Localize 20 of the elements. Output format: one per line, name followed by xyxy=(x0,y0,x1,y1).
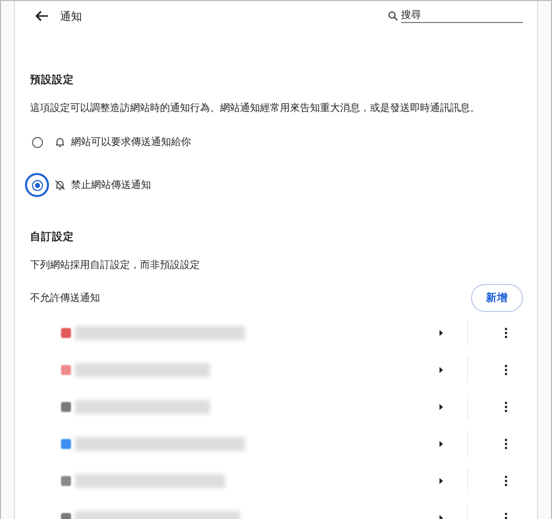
radio-button[interactable] xyxy=(25,173,49,197)
option-label: 禁止網站傳送通知 xyxy=(71,178,151,192)
list-heading: 不允許傳送通知 xyxy=(30,292,100,305)
expand-arrow-icon[interactable] xyxy=(437,402,445,410)
add-button[interactable]: 新增 xyxy=(471,284,523,312)
section-description: 下列網站採用自訂設定，而非預設設定 xyxy=(30,258,201,272)
bell-icon xyxy=(54,136,66,148)
expand-arrow-icon[interactable] xyxy=(437,476,445,484)
search-field[interactable]: 搜尋 xyxy=(401,9,523,23)
section-description: 這項設定可以調整造訪網站時的通知行為。網站通知經常用來告知重大消息，或是發送即時通訊訊息。 xyxy=(30,102,481,115)
expand-arrow-icon[interactable] xyxy=(437,328,445,336)
bell-off-icon xyxy=(54,179,66,191)
section-heading: 預設設定 xyxy=(30,73,75,87)
option-label: 網站可以要求傳送通知給你 xyxy=(71,136,191,149)
expand-arrow-icon[interactable] xyxy=(437,366,445,374)
page-title: 通知 xyxy=(60,8,83,24)
section-heading: 自訂設定 xyxy=(30,230,75,244)
back-arrow-icon[interactable] xyxy=(34,8,50,24)
expand-arrow-icon[interactable] xyxy=(437,440,445,448)
search-icon xyxy=(388,11,398,21)
